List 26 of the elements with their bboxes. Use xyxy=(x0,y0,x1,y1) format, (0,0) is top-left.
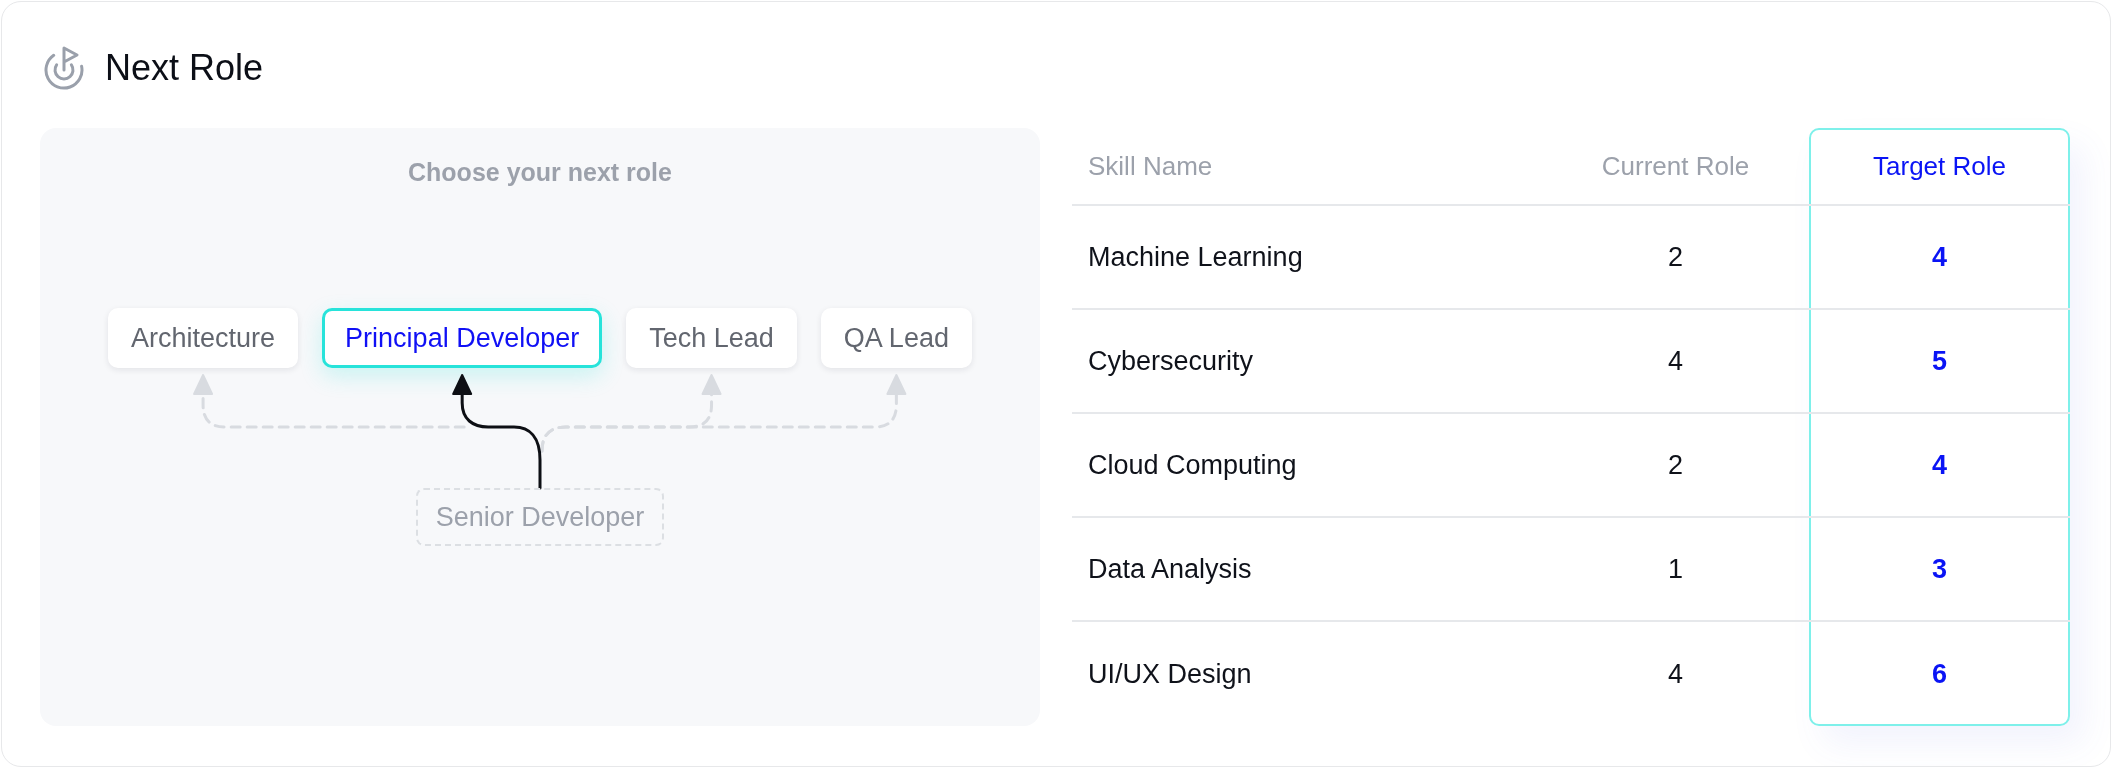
role-option-button[interactable]: Tech Lead xyxy=(626,308,797,368)
role-option-button[interactable]: Principal Developer xyxy=(322,308,603,368)
table-cell: Cybersecurity xyxy=(1088,345,1254,377)
table-cell: 2 xyxy=(1668,449,1683,481)
table-cell: 4 xyxy=(1932,241,1947,273)
table-cell: 4 xyxy=(1932,449,1947,481)
column-header: Skill Name xyxy=(1088,150,1213,182)
target-flag-icon xyxy=(44,46,84,90)
column-header: Target Role xyxy=(1873,150,2006,182)
table-cell: 4 xyxy=(1668,658,1683,690)
panel-title: Choose your next role xyxy=(408,157,672,187)
role-option-button[interactable]: QA Lead xyxy=(820,308,972,368)
table-cell: Cloud Computing xyxy=(1088,449,1297,481)
column-header: Current Role xyxy=(1601,150,1750,182)
table-cell: Machine Learning xyxy=(1088,241,1303,273)
section-title: Next Role xyxy=(105,46,264,90)
table-cell: 1 xyxy=(1668,553,1683,585)
table-cell: Data Analysis xyxy=(1088,553,1252,585)
role-option-button[interactable]: Architecture xyxy=(108,308,299,368)
current-role-node: Senior Developer xyxy=(415,488,665,546)
table-cell: UI/UX Design xyxy=(1088,658,1252,690)
table-cell: 5 xyxy=(1932,345,1947,377)
table-cell: 3 xyxy=(1932,553,1947,585)
table-cell: 4 xyxy=(1668,345,1683,377)
table-cell: 2 xyxy=(1668,241,1683,273)
table-cell: 6 xyxy=(1932,658,1947,690)
